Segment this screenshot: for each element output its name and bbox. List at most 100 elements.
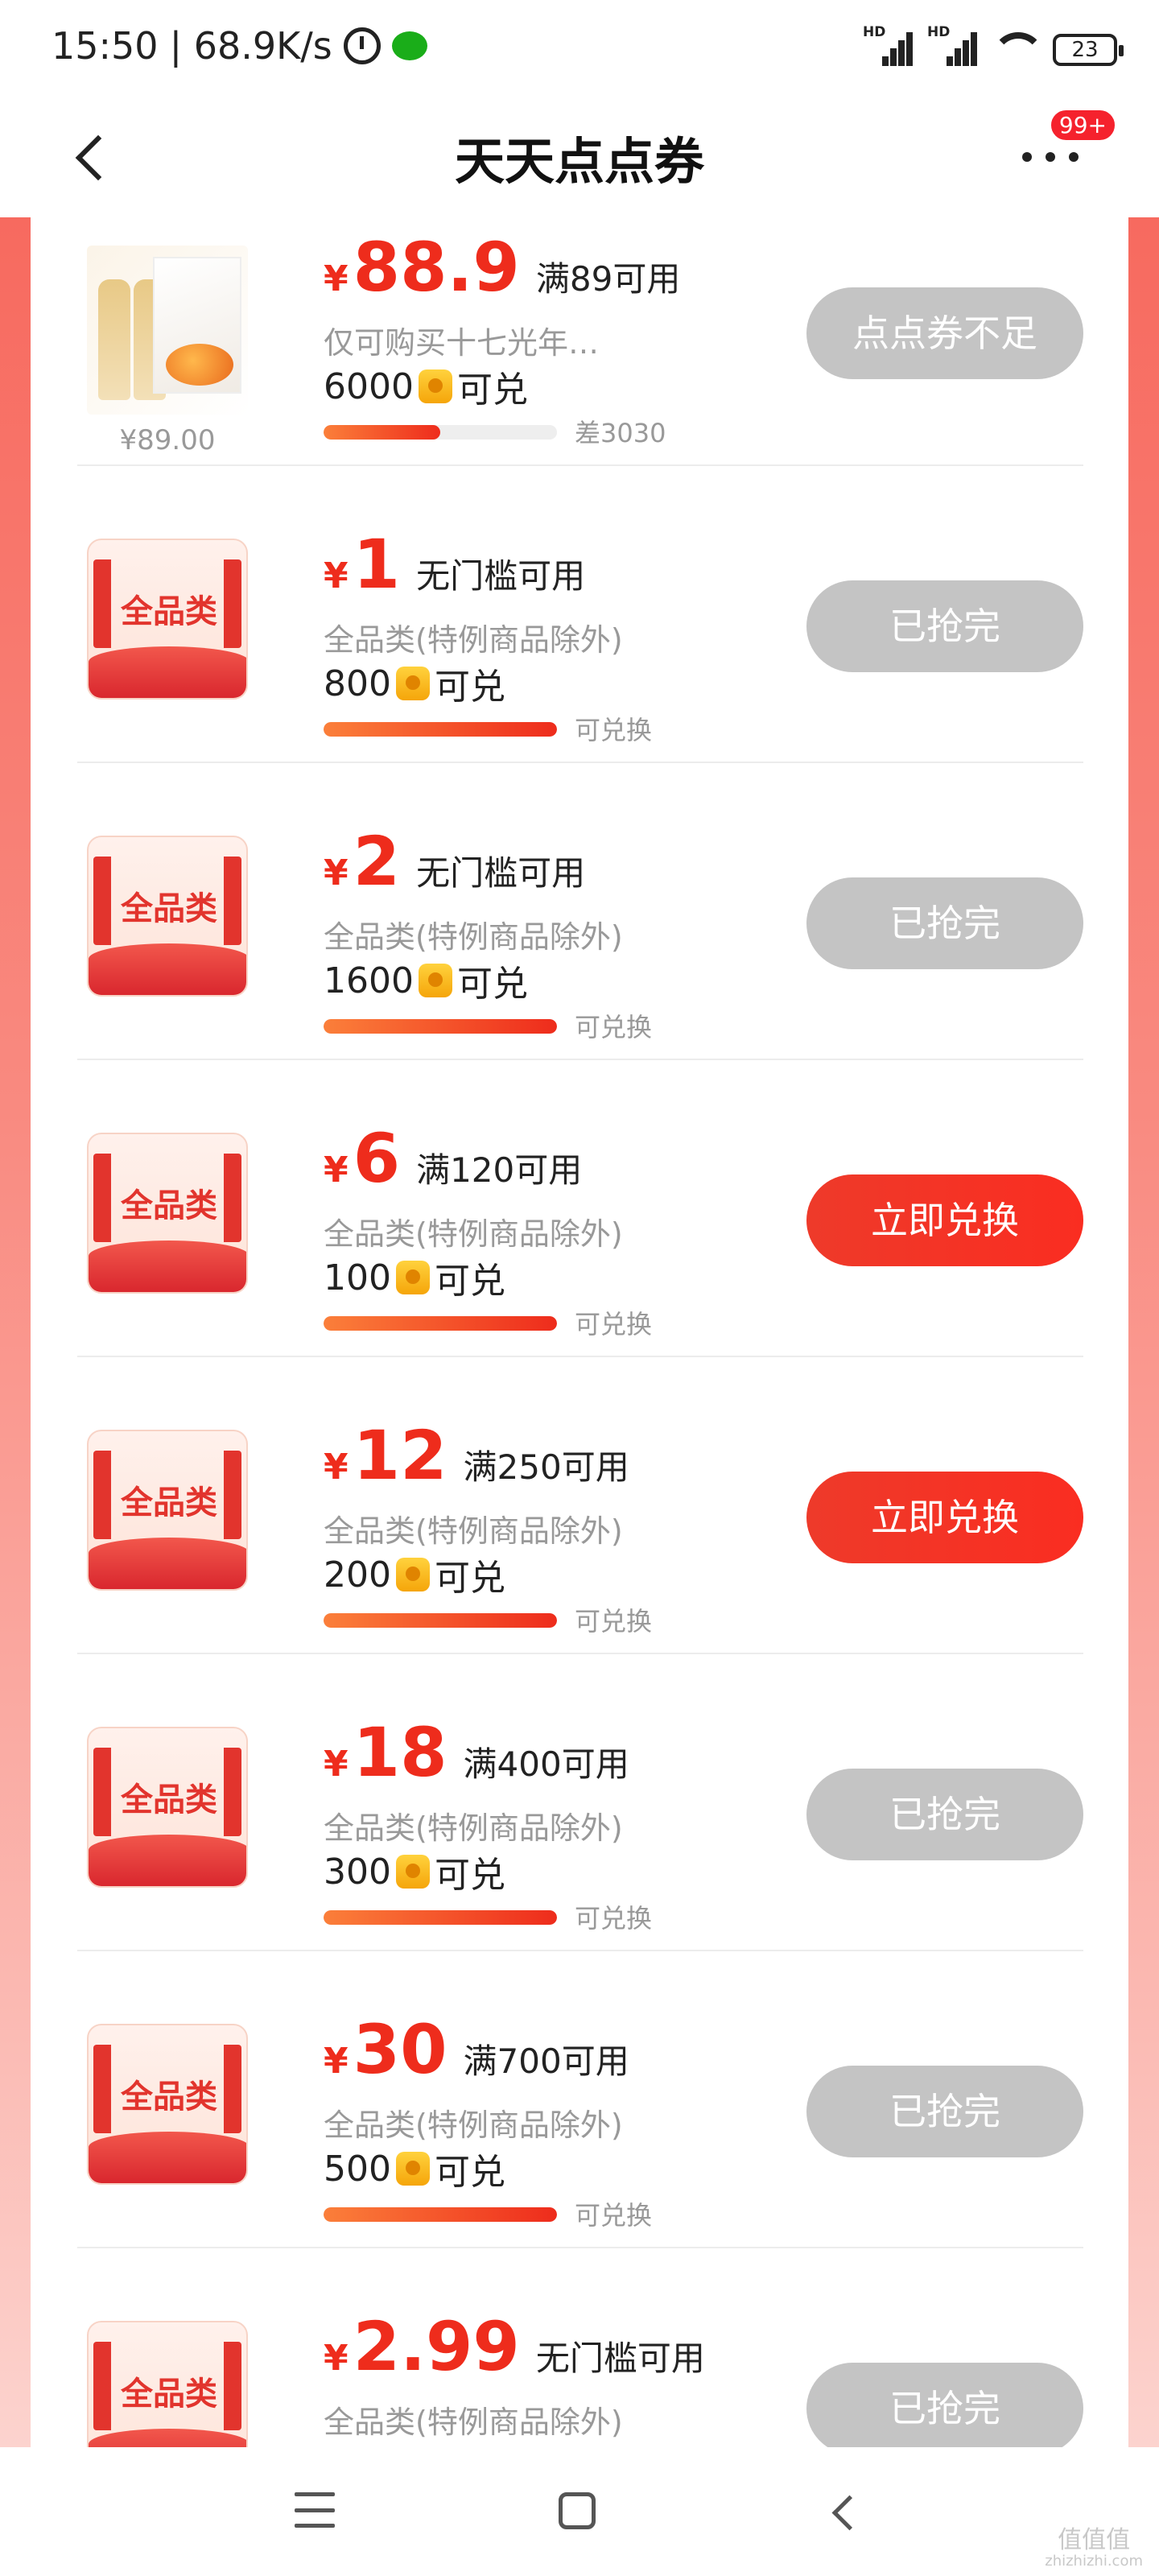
coin-icon	[418, 964, 452, 997]
coupon-row: 全品类 ¥18 满400可用 全品类(特例商品除外) 300 可兑 可兑换 已抢完	[77, 1654, 1083, 1951]
product-price: ¥89.00	[119, 424, 216, 456]
category-thumb: 全品类	[87, 539, 248, 708]
progress-note: 差3030	[575, 418, 666, 448]
redeem-button[interactable]: 立即兑换	[806, 1472, 1083, 1563]
status-time: 15:50	[52, 24, 159, 68]
currency-symbol: ¥	[324, 1150, 349, 1191]
home-icon[interactable]	[559, 2492, 596, 2529]
wechat-icon	[391, 31, 427, 60]
cost-value: 100	[324, 1257, 391, 1298]
category-coupon-icon: 全品类	[87, 836, 248, 997]
progress-fill	[324, 1613, 557, 1628]
system-nav-bar: 值值值 zhizhizhi.com	[0, 2447, 1159, 2576]
redeem-button-disabled[interactable]: 已抢完	[806, 2363, 1083, 2447]
coupon-row: ¥89.00 ¥88.9 满89可用 仅可购买十七光年… 6000 可兑 差3030 点点券不…	[77, 217, 1083, 466]
progress-fill	[324, 722, 557, 737]
status-right: HD HD 23	[863, 24, 1124, 66]
category-thumb: 全品类	[87, 2321, 248, 2447]
category-label: 全品类	[121, 1187, 217, 1224]
coupon-info: ¥2.99 无门槛可用 全品类(特例商品除外)	[324, 2248, 774, 2447]
hd-label: HD	[927, 24, 951, 40]
coupon-info: ¥6 满120可用 全品类(特例商品除外) 100 可兑 可兑换	[324, 1060, 774, 1350]
coupon-row: 全品类 ¥2.99 无门槛可用 全品类(特例商品除外) 已抢完	[77, 2248, 1083, 2447]
cost-suffix: 可兑	[456, 964, 528, 1005]
coupon-info: ¥12 满250可用全品类(特例商品除外) 200 可兑可兑换	[324, 1357, 774, 1647]
system-back-icon[interactable]	[827, 2492, 860, 2531]
category-coupon-icon: 全品类	[87, 1133, 248, 1294]
coupon-condition: 满700可用	[463, 2041, 629, 2081]
cost-value: 300	[324, 1851, 391, 1893]
progress-note: 可兑换	[575, 1309, 653, 1340]
redeem-button[interactable]: 立即兑换	[806, 1174, 1083, 1266]
progress-fill	[324, 1019, 557, 1034]
currency-symbol: ¥	[324, 555, 349, 597]
exchange-progress-bar	[324, 425, 557, 440]
coupon-cost: 6000 可兑	[324, 361, 528, 412]
coupon-amount-row: ¥12 满250可用	[324, 1422, 629, 1489]
coupon-condition: 满400可用	[463, 1744, 629, 1784]
coupon-info: ¥88.9 满89可用 仅可购买十七光年… 6000 可兑 差3030	[324, 217, 774, 459]
currency-symbol: ¥	[324, 2338, 349, 2379]
product-thumb[interactable]: ¥89.00	[87, 246, 248, 456]
exchange-progress-bar	[324, 2207, 557, 2222]
coupon-amount: 30	[353, 2010, 448, 2089]
coupon-description: 全品类(特例商品除外)	[324, 2405, 623, 2440]
redeem-button-disabled[interactable]: 已抢完	[806, 877, 1083, 969]
coupon-condition: 无门槛可用	[535, 2339, 705, 2378]
coupon-row: 全品类 ¥30 满700可用 全品类(特例商品除外) 500 可兑 可兑换 已抢完	[77, 1951, 1083, 2248]
cost-value: 1600	[324, 960, 414, 1001]
category-label: 全品类	[121, 593, 217, 630]
coupon-amount: 6	[353, 1119, 401, 1198]
coupon-amount: 18	[353, 1713, 448, 1792]
coupon-amount: 2	[353, 822, 401, 901]
nav-bar: 天天点点券 99+	[0, 97, 1159, 217]
coupon-condition: 无门槛可用	[416, 853, 586, 893]
signal-icon: HD	[927, 24, 977, 66]
coupon-cost: 1600 可兑	[324, 955, 528, 1006]
coupon-info: ¥18 满400可用 全品类(特例商品除外) 300 可兑 可兑换	[324, 1654, 774, 1944]
coupon-condition: 满89可用	[535, 259, 681, 299]
coupon-amount: 2.99	[353, 2307, 520, 2386]
cost-value: 200	[324, 1554, 391, 1596]
progress-note: 可兑换	[575, 2200, 653, 2231]
redeem-button-disabled[interactable]: 点点券不足	[806, 287, 1083, 379]
category-thumb: 全品类	[87, 1430, 248, 1599]
coupon-description: 全品类(特例商品除外)	[324, 1810, 623, 1846]
coupon-amount: 1	[353, 525, 401, 604]
status-network-speed: | 68.9K/s	[169, 24, 332, 68]
progress-fill	[324, 425, 440, 440]
product-image	[87, 246, 248, 415]
coin-icon	[395, 1558, 430, 1591]
category-label: 全品类	[121, 1781, 217, 1818]
coupon-description: 仅可购买十七光年…	[324, 325, 600, 361]
currency-symbol: ¥	[324, 1744, 349, 1785]
status-bar: 15:50 | 68.9K/s HD HD 23	[0, 0, 1159, 97]
progress-note: 可兑换	[575, 1606, 653, 1637]
menu-icon[interactable]	[295, 2492, 335, 2528]
notification-badge: 99+	[1048, 108, 1117, 142]
cost-value: 800	[324, 663, 391, 704]
redeem-button-disabled[interactable]: 已抢完	[806, 2066, 1083, 2157]
coupon-amount-row: ¥2.99 无门槛可用	[324, 2313, 705, 2380]
coupon-cost: 200 可兑	[324, 1549, 505, 1600]
progress-note: 可兑换	[575, 715, 653, 745]
status-left: 15:50 | 68.9K/s	[52, 24, 427, 68]
currency-symbol: ¥	[324, 1447, 349, 1488]
coupon-description: 全品类(特例商品除外)	[324, 1513, 623, 1549]
coupon-row: 全品类 ¥12 满250可用 全品类(特例商品除外) 200 可兑 可兑换 立即兑换	[77, 1357, 1083, 1654]
redeem-button-disabled[interactable]: 已抢完	[806, 1769, 1083, 1860]
signal-icon: HD	[863, 24, 913, 66]
coupon-amount-row: ¥18 满400可用	[324, 1719, 629, 1786]
coupon-cost: 500 可兑	[324, 2143, 505, 2194]
coupon-row: 全品类 ¥2 无门槛可用 全品类(特例商品除外) 1600 可兑 可兑换 已抢完	[77, 763, 1083, 1060]
coupon-description: 全品类(特例商品除外)	[324, 1216, 623, 1252]
cost-suffix: 可兑	[434, 2152, 505, 2193]
coupon-description: 全品类(特例商品除外)	[324, 622, 623, 658]
coupon-info: ¥1 无门槛可用 全品类(特例商品除外) 800 可兑 可兑换	[324, 466, 774, 756]
redeem-button-disabled[interactable]: 已抢完	[806, 580, 1083, 672]
more-icon[interactable]	[1022, 137, 1079, 177]
coupon-amount: 88.9	[353, 228, 520, 307]
cost-value: 6000	[324, 365, 414, 407]
category-thumb: 全品类	[87, 1727, 248, 1896]
cost-suffix: 可兑	[434, 1855, 505, 1896]
